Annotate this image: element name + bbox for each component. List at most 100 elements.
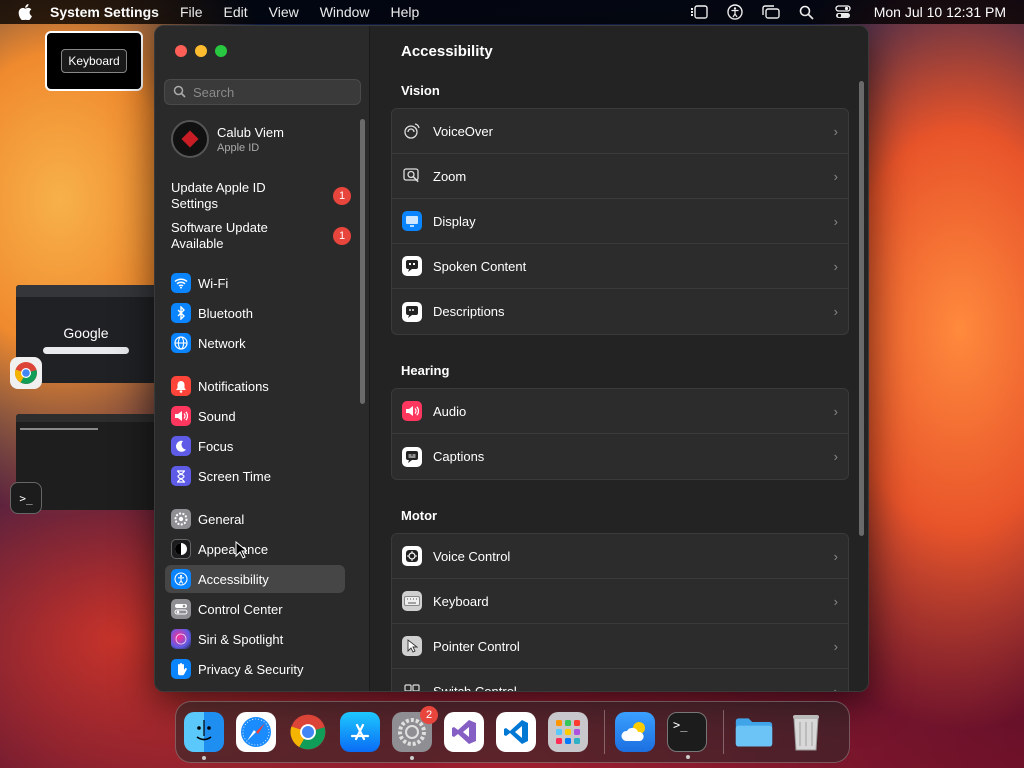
menu-edit[interactable]: Edit [224, 4, 248, 20]
chrome-app-icon[interactable] [10, 357, 42, 389]
accessibility-status-icon[interactable] [726, 4, 744, 20]
notification-badge: 2 [420, 706, 438, 724]
sidebar-item-label: General [198, 511, 245, 527]
sidebar-item-general[interactable]: General [165, 505, 345, 533]
menu-file[interactable]: File [180, 4, 203, 20]
update-apple-id-notice[interactable]: Update Apple ID Settings 1 [171, 180, 351, 212]
content-scrollbar[interactable] [859, 81, 864, 536]
sidebar-item-focus[interactable]: Focus [165, 432, 345, 460]
sidebar-item-label: Wi-Fi [198, 275, 229, 291]
stage-manager-icon[interactable] [690, 4, 708, 20]
row-label: Spoken Content [433, 258, 527, 274]
sidebar-item-control-center[interactable]: Control Center [165, 595, 345, 623]
keyboard-thumbnail-label: Keyboard [61, 49, 127, 73]
sidebar-item-screen-time[interactable]: Screen Time [165, 462, 345, 490]
menu-app-name[interactable]: System Settings [50, 4, 159, 20]
sidebar-scrollbar[interactable] [360, 119, 365, 404]
sidebar-item-label: Accessibility [198, 571, 269, 587]
spotlight-search-icon[interactable] [798, 4, 816, 20]
menu-help[interactable]: Help [391, 4, 420, 20]
chevron-right-icon: › [833, 258, 838, 274]
row-descriptions[interactable]: Descriptions › [392, 289, 848, 334]
menu-view[interactable]: View [269, 4, 299, 20]
minimize-button[interactable] [195, 45, 207, 57]
keyboard-window-thumbnail[interactable]: Keyboard [45, 31, 143, 91]
avatar [171, 120, 209, 158]
quote-bubble-icon [402, 301, 422, 322]
speaker-icon [171, 406, 191, 426]
sidebar-item-network[interactable]: Network [165, 329, 345, 357]
google-search-bar-thumbnail [43, 347, 129, 354]
vscode-icon[interactable] [496, 712, 536, 752]
search-input[interactable] [193, 84, 353, 100]
visual-studio-icon[interactable] [444, 712, 484, 752]
chrome-dock-icon[interactable] [288, 712, 328, 752]
dock-separator [723, 710, 724, 754]
sidebar-item-wifi[interactable]: Wi-Fi [165, 269, 345, 297]
terminal-text-line [20, 428, 98, 430]
zoom-button[interactable] [215, 45, 227, 57]
window-switcher-icon[interactable] [762, 4, 780, 20]
row-display[interactable]: Display › [392, 199, 848, 244]
notification-badge: 1 [333, 187, 351, 205]
search-field[interactable] [164, 79, 361, 105]
search-icon [173, 85, 187, 99]
menu-window[interactable]: Window [320, 4, 370, 20]
chevron-right-icon: › [833, 593, 838, 609]
sidebar-item-sound[interactable]: Sound [165, 402, 345, 430]
sidebar-item-bluetooth[interactable]: Bluetooth [165, 299, 345, 327]
row-spoken-content[interactable]: Spoken Content › [392, 244, 848, 289]
row-label: Captions [433, 449, 485, 464]
display-icon [402, 211, 422, 231]
software-update-notice[interactable]: Software Update Available 1 [171, 220, 351, 252]
launchpad-icon[interactable] [548, 712, 588, 752]
sidebar-item-privacy-security[interactable]: Privacy & Security [165, 655, 345, 683]
apple-id-profile[interactable]: Calub Viem Apple ID [171, 120, 284, 158]
chevron-right-icon: › [833, 403, 838, 419]
row-pointer-control[interactable]: Pointer Control › [392, 624, 848, 669]
row-label: Descriptions [433, 304, 505, 319]
window-controls [175, 45, 227, 57]
row-zoom[interactable]: Zoom › [392, 154, 848, 199]
section-title-vision: Vision [401, 83, 440, 98]
terminal-thumbnail-toolbar [16, 414, 156, 422]
sidebar-item-appearance[interactable]: Appearance [165, 535, 345, 563]
apple-menu-icon[interactable] [18, 3, 36, 21]
motor-group: Voice Control › Keyboard › Pointer Contr… [391, 533, 849, 692]
content-pane: Accessibility Vision VoiceOver › Zoom › [371, 26, 868, 692]
menu-clock[interactable]: Mon Jul 10 12:31 PM [874, 4, 1006, 20]
close-button[interactable] [175, 45, 187, 57]
row-switch-control[interactable]: Switch Control › [392, 669, 848, 692]
speech-bubble-icon [402, 256, 422, 276]
control-center-icon[interactable] [834, 4, 852, 20]
gear-icon [171, 509, 191, 529]
finder-icon[interactable] [184, 712, 224, 760]
zoom-icon [402, 166, 422, 186]
row-label: Switch Control [433, 684, 517, 692]
terminal-app-icon[interactable]: >_ [10, 482, 42, 514]
sidebar-item-accessibility[interactable]: Accessibility [165, 565, 345, 593]
section-title-hearing: Hearing [401, 363, 450, 378]
trash-icon[interactable] [786, 712, 826, 752]
app-store-icon[interactable] [340, 712, 380, 752]
chevron-right-icon: › [833, 304, 838, 319]
terminal-dock-icon[interactable]: >_ [667, 712, 707, 759]
weather-icon[interactable] [615, 712, 655, 752]
folder-icon[interactable] [734, 712, 774, 752]
safari-icon[interactable] [236, 712, 276, 752]
system-settings-dock-icon[interactable]: 2 [392, 706, 438, 760]
row-keyboard[interactable]: Keyboard › [392, 579, 848, 624]
row-captions[interactable]: Captions › [392, 434, 848, 479]
row-voiceover[interactable]: VoiceOver › [392, 109, 848, 154]
keyboard-icon [402, 591, 422, 611]
row-audio[interactable]: Audio › [392, 389, 848, 434]
switch-control-icon [402, 682, 422, 691]
sidebar-item-notifications[interactable]: Notifications [165, 372, 345, 400]
running-indicator [202, 756, 206, 760]
sidebar-item-siri-spotlight[interactable]: Siri & Spotlight [165, 625, 345, 653]
row-label: Pointer Control [433, 638, 520, 654]
chrome-thumbnail-toolbar [16, 285, 156, 297]
terminal-prompt-glyph: >_ [673, 718, 688, 732]
pointer-icon [402, 636, 422, 656]
row-voice-control[interactable]: Voice Control › [392, 534, 848, 579]
